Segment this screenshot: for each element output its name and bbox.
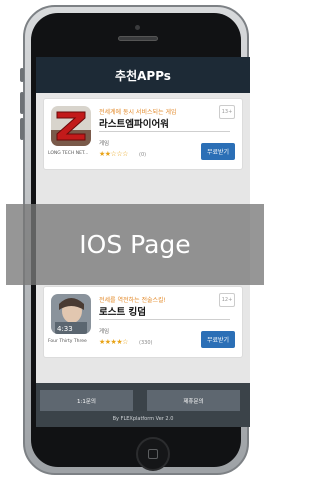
publisher-label: LONG TECH NET... [48, 151, 89, 156]
app-card[interactable]: LONG TECH NET... 전세계에 동시 서비스되는 게임 라스트엠파이… [43, 98, 243, 170]
volume-down-button [20, 118, 24, 140]
speaker-grill [118, 36, 158, 41]
app-tagline: 전세계에 동시 서비스되는 게임 [99, 109, 177, 116]
divider [99, 131, 230, 132]
rating-stars: ★★★★☆ [99, 338, 128, 346]
publisher-label: Four Thirty Three [48, 339, 87, 344]
page-title: 추천APPs [36, 57, 250, 93]
warrior-game-icon: 4:33 [51, 294, 91, 334]
rating-stars: ★★☆☆☆ [99, 150, 128, 158]
rating-count: (0) [139, 152, 147, 158]
mute-switch [20, 68, 24, 82]
age-rating-badge: 13+ [219, 105, 235, 119]
install-button[interactable]: 무료받기 [201, 143, 235, 160]
divider [99, 319, 230, 320]
app-tagline: 전세를 역전하는 전술스킬! [99, 297, 166, 304]
home-button[interactable] [136, 437, 170, 471]
z-game-icon [51, 106, 91, 146]
front-camera-icon [135, 25, 140, 30]
app-genre: 게임 [99, 141, 110, 147]
age-rating-badge: 12+ [219, 293, 235, 307]
svg-text:4:33: 4:33 [57, 325, 73, 333]
rating-count: (330) [139, 340, 153, 346]
install-button[interactable]: 무료받기 [201, 331, 235, 348]
app-name[interactable]: 로스트 킹덤 [99, 304, 146, 318]
app-genre: 게임 [99, 329, 110, 335]
app-name[interactable]: 라스트엠파이어워 [99, 116, 169, 130]
app-card[interactable]: 4:33 Four Thirty Three 전세를 역전하는 전술스킬! 로스… [43, 286, 243, 358]
home-square-icon [148, 449, 158, 459]
inquiry-button[interactable]: 1:1문의 [40, 390, 133, 411]
footer-credit: By FLEXplatform Ver 2.0 [112, 416, 174, 422]
volume-up-button [20, 92, 24, 114]
ios-page-banner: IOS Page [6, 204, 264, 285]
partnership-button[interactable]: 제휴문의 [147, 390, 240, 411]
